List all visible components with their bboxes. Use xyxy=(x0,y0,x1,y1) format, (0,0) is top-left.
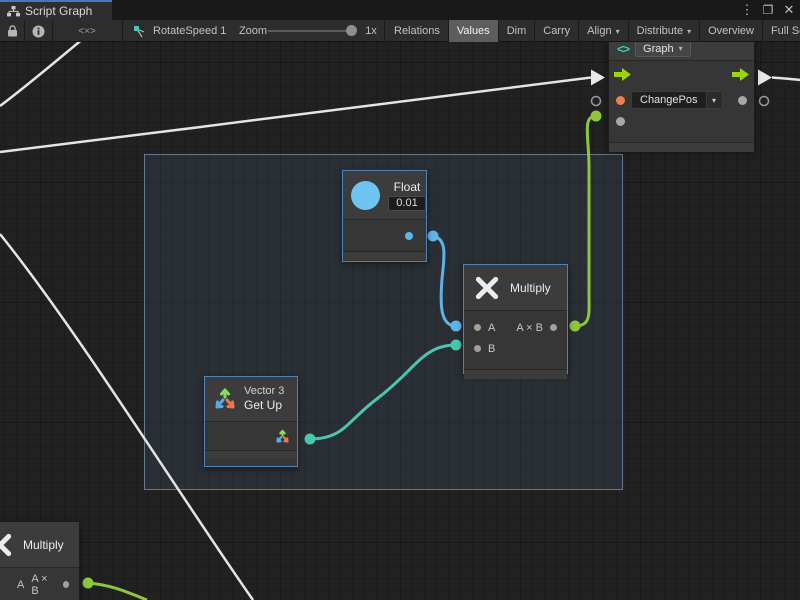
script-graph-window: Script Graph ⋮ ❐ ✕ <×> xyxy=(0,0,800,600)
chevron-down-icon: ▾ xyxy=(706,91,722,109)
chevron-down-icon: ▾ xyxy=(616,27,620,36)
window-menu-icon[interactable]: ⋮ xyxy=(740,0,754,20)
changepos-input-port[interactable] xyxy=(616,96,625,105)
info-icon xyxy=(32,25,45,38)
multiply-icon xyxy=(474,275,500,301)
float-output-port[interactable] xyxy=(405,232,413,240)
distribute-label: Distribute xyxy=(637,25,683,37)
graph-value-input-port[interactable] xyxy=(616,117,625,126)
changepos-select[interactable]: ChangePos ▾ xyxy=(631,91,723,109)
chevron-down-icon: ▾ xyxy=(679,44,683,53)
vector3-node-footer xyxy=(205,450,297,459)
float-type-icon xyxy=(351,181,380,210)
float-node-footer xyxy=(343,251,426,260)
distribute-dropdown[interactable]: Distribute ▾ xyxy=(629,20,700,42)
flow-edge-into-graph-unit[interactable] xyxy=(0,78,591,153)
graph-node-icon xyxy=(133,25,147,38)
multiply-input-a-label: A xyxy=(488,322,495,334)
flow-arrowhead-in xyxy=(591,70,605,86)
unconnected-port-circle-right[interactable] xyxy=(760,97,769,106)
multiply2-output-label: A × B xyxy=(31,573,55,597)
vector3-getup-node[interactable]: Vector 3 Get Up xyxy=(204,376,298,467)
zoom-value: 1x xyxy=(360,20,382,42)
graph-dropdown-label: Graph xyxy=(643,43,674,55)
close-icon[interactable]: ✕ xyxy=(782,0,796,20)
flow-edge-topleft[interactable] xyxy=(0,42,84,106)
multiply-input-b-label: B xyxy=(488,343,495,355)
graph-hierarchy-icon xyxy=(7,6,20,17)
maximize-icon[interactable]: ❐ xyxy=(761,0,775,20)
carry-button[interactable]: Carry xyxy=(535,20,579,42)
chevron-down-icon: ▾ xyxy=(687,27,691,36)
zoom-label: Zoom xyxy=(238,20,268,42)
vector3-output-port[interactable] xyxy=(275,429,290,444)
tab-title: Script Graph xyxy=(25,4,92,18)
overview-button[interactable]: Overview xyxy=(700,20,763,42)
getup-node-subtitle: Get Up xyxy=(244,398,284,413)
dim-label: Dim xyxy=(507,25,527,37)
edge-endpoint-multiply2-out[interactable] xyxy=(83,578,94,589)
multiply2-output-port[interactable] xyxy=(63,581,69,588)
relations-button[interactable]: Relations xyxy=(386,20,449,42)
graph-output-port[interactable] xyxy=(738,96,747,105)
vector3-node-title: Vector 3 xyxy=(244,385,284,399)
changepos-select-value: ChangePos xyxy=(632,94,706,106)
graph-canvas[interactable]: Float 0.01 Multiply A xyxy=(0,42,800,600)
align-label: Align xyxy=(587,25,611,37)
vector3-icon xyxy=(213,387,237,411)
graph-dropdown[interactable]: Graph ▾ xyxy=(635,42,691,57)
code-view-button[interactable]: <×> xyxy=(52,20,122,42)
edge-endpoint-graph-unit-in[interactable] xyxy=(591,111,602,122)
overview-label: Overview xyxy=(708,25,754,37)
edge-multiply2-out[interactable] xyxy=(88,583,147,600)
values-button[interactable]: Values xyxy=(449,20,499,42)
changepos-graph-node[interactable]: <> Graph ▾ ChangePos ▾ xyxy=(608,42,755,150)
unconnected-port-circle-left[interactable] xyxy=(592,97,601,106)
float-node[interactable]: Float 0.01 xyxy=(342,170,427,262)
carry-label: Carry xyxy=(543,25,570,37)
graph-toolbar: <×> RotateSpeed 1 Zoom 1x Relations Valu… xyxy=(0,20,800,42)
flow-output-port[interactable] xyxy=(732,68,749,81)
flow-arrowhead-out xyxy=(758,70,772,86)
multiply-output-label: A × B xyxy=(516,322,543,334)
fullscreen-label: Full Screen xyxy=(771,25,800,37)
flow-input-port[interactable] xyxy=(614,68,631,81)
align-dropdown[interactable]: Align ▾ xyxy=(579,20,628,42)
multiply-node[interactable]: Multiply A A × B B xyxy=(463,264,568,374)
zoom-slider-handle[interactable] xyxy=(346,25,357,36)
float-node-title: Float xyxy=(394,180,421,194)
multiply-icon xyxy=(0,532,13,558)
breadcrumb-label: RotateSpeed 1 xyxy=(153,25,226,37)
graph-code-icon: <> xyxy=(617,42,629,56)
code-view-icon: <×> xyxy=(78,26,96,37)
multiply-input-a-port[interactable] xyxy=(474,324,481,331)
fullscreen-button[interactable]: Full Screen xyxy=(763,20,800,42)
float-value-input[interactable]: 0.01 xyxy=(388,196,426,211)
dim-button[interactable]: Dim xyxy=(499,20,536,42)
multiply-node-footer xyxy=(464,369,567,379)
multiply2-node-title: Multiply xyxy=(23,538,64,552)
graph-node-footer xyxy=(609,142,754,152)
flow-edge-out-of-graph-unit[interactable] xyxy=(772,78,800,81)
info-button[interactable] xyxy=(24,20,52,42)
zoom-slider-track[interactable] xyxy=(268,30,352,32)
title-bar: Script Graph ⋮ ❐ ✕ xyxy=(0,0,800,20)
lock-icon xyxy=(7,25,18,37)
multiply-node-title: Multiply xyxy=(510,281,551,295)
values-label: Values xyxy=(457,25,490,37)
multiply2-input-a-label: A xyxy=(17,579,24,591)
multiply-input-b-port[interactable] xyxy=(474,345,481,352)
tab-script-graph[interactable]: Script Graph xyxy=(0,0,112,20)
relations-label: Relations xyxy=(394,25,440,37)
graph-breadcrumb[interactable]: RotateSpeed 1 xyxy=(128,20,233,42)
multiply-output-port[interactable] xyxy=(550,324,557,331)
multiply-node-2[interactable]: Multiply A A × B xyxy=(0,521,80,600)
lock-button[interactable] xyxy=(0,20,24,42)
